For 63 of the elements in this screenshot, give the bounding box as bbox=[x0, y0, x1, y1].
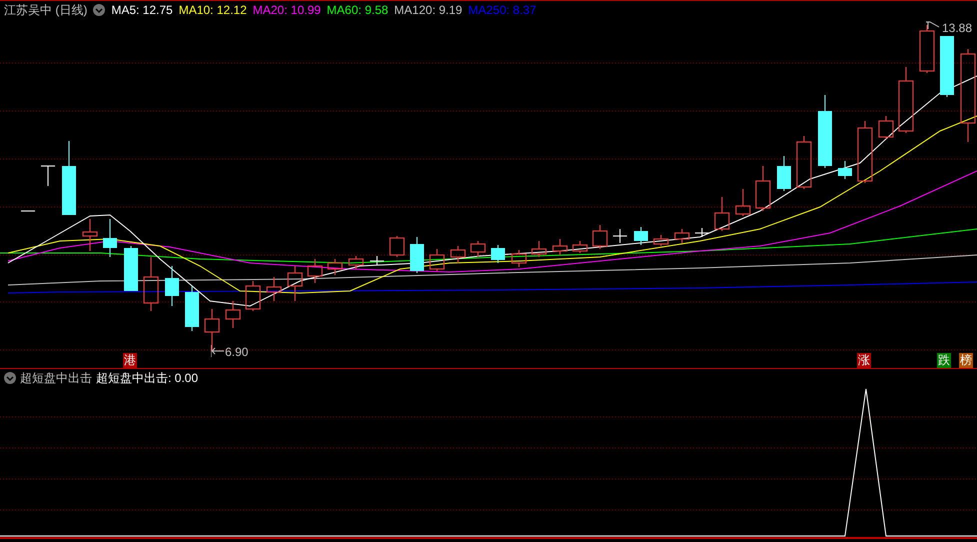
candlestick bbox=[694, 228, 710, 238]
arrow-icon bbox=[925, 21, 941, 31]
candlestick bbox=[390, 236, 404, 258]
candlestick bbox=[714, 196, 730, 232]
candlestick bbox=[552, 238, 568, 256]
candlestick bbox=[370, 256, 384, 266]
candlestick bbox=[348, 256, 364, 270]
candlestick bbox=[940, 36, 954, 98]
candlestick bbox=[878, 116, 894, 140]
indicator-name: 超短盘中出击 bbox=[20, 372, 92, 384]
candlestick bbox=[40, 166, 56, 186]
candlestick bbox=[20, 210, 36, 212]
signal-tag: 榜 bbox=[959, 353, 973, 368]
dropdown-icon[interactable] bbox=[4, 372, 16, 384]
candlestick bbox=[920, 24, 934, 74]
candlestick bbox=[165, 266, 179, 306]
candlestick bbox=[410, 236, 424, 274]
candlestick bbox=[838, 160, 852, 180]
candlestick bbox=[654, 234, 668, 246]
dropdown-icon[interactable] bbox=[93, 4, 106, 16]
candlestick bbox=[512, 250, 526, 268]
candlestick bbox=[185, 286, 199, 332]
candlestick bbox=[144, 256, 158, 312]
candlestick bbox=[204, 308, 220, 352]
stock-title: 江苏吴中 (日线) bbox=[4, 4, 88, 16]
candlestick bbox=[450, 246, 466, 264]
candlestick bbox=[572, 240, 588, 254]
candlestick bbox=[674, 228, 690, 244]
candlestick bbox=[858, 120, 872, 184]
candlestick bbox=[288, 266, 302, 302]
candlestick bbox=[308, 258, 322, 284]
moving-average-value: MA60: 9.58 bbox=[326, 4, 388, 16]
signal-tag: 港 bbox=[123, 353, 137, 368]
candlestick bbox=[612, 228, 628, 244]
price-low-label: 6.90 bbox=[225, 346, 248, 358]
candlestick bbox=[898, 66, 914, 134]
arrow-icon bbox=[211, 345, 225, 357]
candlestick bbox=[226, 300, 240, 328]
candlestick bbox=[491, 244, 505, 264]
candlestick bbox=[592, 224, 608, 250]
indicator-reading: 超短盘中出击: 0.00 bbox=[96, 372, 198, 384]
moving-average-value: MA250: 8.37 bbox=[468, 4, 536, 16]
candlestick bbox=[736, 188, 750, 216]
moving-average-value: MA120: 9.19 bbox=[394, 4, 462, 16]
candlestick bbox=[634, 226, 648, 246]
candlestick bbox=[103, 218, 117, 258]
candlestick bbox=[246, 280, 260, 312]
candlestick bbox=[124, 246, 138, 292]
candlestick bbox=[756, 166, 770, 212]
candlestick bbox=[328, 258, 342, 276]
signal-tag: 跌 bbox=[937, 353, 951, 368]
candlestick bbox=[470, 240, 486, 258]
candlestick bbox=[430, 248, 444, 272]
moving-average-value: MA10: 12.12 bbox=[178, 4, 247, 16]
candlestick bbox=[796, 136, 812, 190]
signal-tag: 涨 bbox=[857, 353, 871, 368]
candlestick bbox=[82, 218, 98, 252]
moving-average-value: MA5: 12.75 bbox=[111, 4, 173, 16]
price-high-label: 13.88 bbox=[942, 22, 972, 34]
candlestick bbox=[266, 276, 282, 302]
candlestick bbox=[777, 156, 791, 192]
moving-average-value: MA20: 10.99 bbox=[252, 4, 321, 16]
candlestick bbox=[532, 240, 546, 258]
